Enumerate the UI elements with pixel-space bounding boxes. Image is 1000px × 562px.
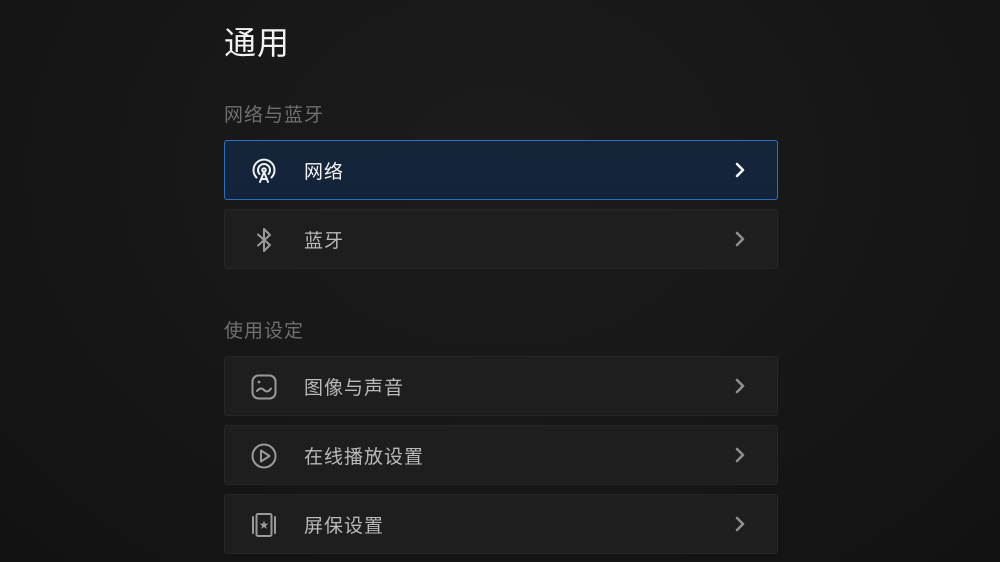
settings-item-label: 在线播放设置 (304, 446, 425, 468)
page-title: 通用 (224, 24, 291, 62)
chevron-right-icon (731, 377, 749, 395)
settings-item-online-playback[interactable]: 在线播放设置 (224, 425, 778, 485)
settings-item-label: 屏保设置 (304, 515, 385, 537)
picture-sound-icon (249, 372, 279, 402)
settings-item-screensaver[interactable]: 屏保设置 (224, 494, 778, 554)
chevron-right-icon (731, 230, 749, 248)
settings-item-label: 网络 (304, 161, 345, 183)
network-icon (249, 156, 279, 186)
settings-item-network[interactable]: 网络 (224, 140, 778, 200)
chevron-right-icon (731, 161, 749, 179)
settings-screen: 通用 网络与蓝牙 网络 蓝牙 使用设定 图像与声音 在线播放设置 屏保设置 (0, 0, 1000, 562)
settings-item-label: 图像与声音 (304, 377, 405, 399)
screensaver-icon (249, 510, 279, 540)
chevron-right-icon (731, 515, 749, 533)
settings-item-label: 蓝牙 (304, 230, 345, 252)
settings-item-bluetooth[interactable]: 蓝牙 (224, 209, 778, 269)
settings-item-picture-sound[interactable]: 图像与声音 (224, 356, 778, 416)
section-title-network-bluetooth: 网络与蓝牙 (224, 104, 325, 126)
chevron-right-icon (731, 446, 749, 464)
section-title-usage-settings: 使用设定 (224, 320, 305, 342)
bluetooth-icon (249, 225, 279, 255)
play-icon (249, 441, 279, 471)
